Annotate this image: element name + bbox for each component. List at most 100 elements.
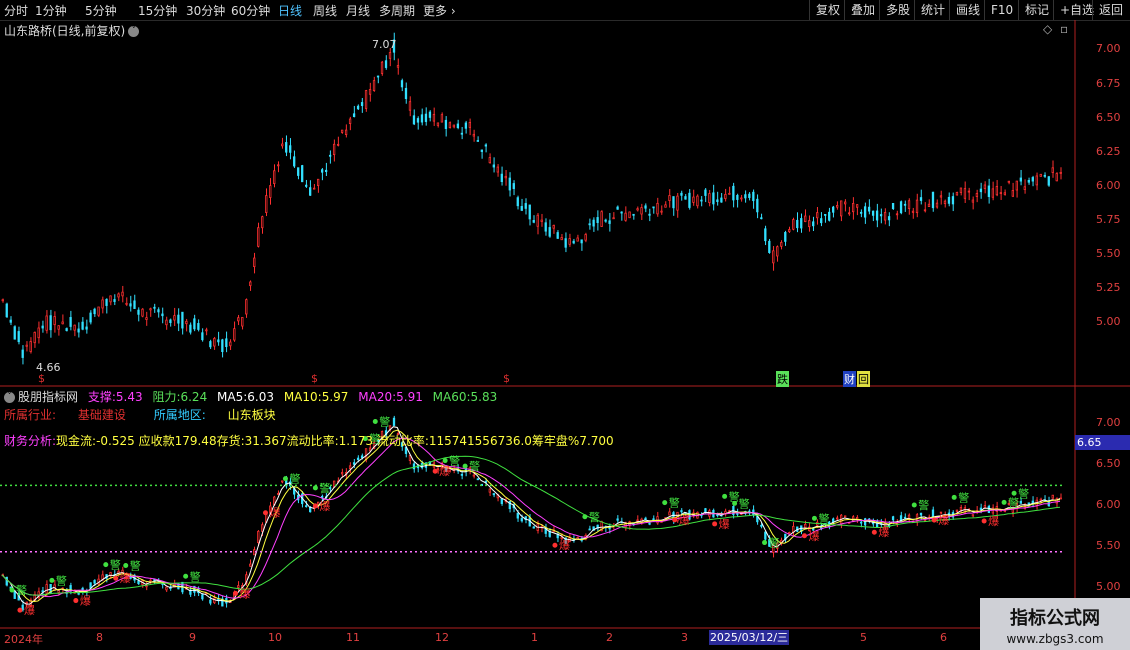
warn-dot: [49, 577, 55, 583]
candle-body: [1035, 175, 1038, 186]
finance-text: 现金流:-0.525 应收款179.48存货:31.367流动比率:1.173 …: [56, 434, 614, 448]
time-label: 9: [189, 631, 196, 644]
candle-body: [9, 319, 12, 323]
candle-body: [289, 145, 292, 153]
drop-event-tag[interactable]: 跌: [776, 371, 789, 387]
candle-body: [261, 216, 264, 229]
candle-body: [999, 192, 1003, 195]
candle-body: [372, 80, 376, 91]
candle-body: [644, 517, 647, 520]
warn-dot: [442, 458, 448, 464]
candle-body: [153, 306, 156, 309]
report-event-tag[interactable]: 回: [857, 371, 870, 387]
finance-event-tag[interactable]: 财: [843, 371, 856, 387]
candle-body: [935, 202, 939, 208]
candle-body: [209, 599, 212, 604]
candle-body: [197, 323, 200, 330]
kline-chart-canvas[interactable]: 警警警 警警警警警警警 警警警 警警警警警警 警警爆爆爆爆爆爆爆爆爆 爆爆 爆爆爆: [0, 0, 1130, 650]
candle-body: [285, 142, 288, 153]
candle-body: [632, 213, 635, 216]
candle-body: [863, 206, 867, 218]
candle-body: [1027, 502, 1030, 505]
candle-body: [524, 203, 527, 209]
candle-body: [149, 579, 152, 582]
candle-body: [500, 498, 503, 504]
warn-dot: [462, 463, 468, 469]
candle-body: [552, 225, 555, 229]
candle-body: [440, 114, 444, 123]
candle-body: [875, 210, 879, 221]
candle-body: [844, 515, 847, 518]
candle-body: [891, 516, 895, 521]
indicator-tick: 7.00: [1096, 416, 1121, 429]
burst-marker: 爆: [679, 513, 690, 527]
candle-body: [49, 315, 52, 331]
warn-marker: 警: [469, 459, 480, 473]
candle-body: [177, 314, 180, 324]
candle-body: [472, 474, 476, 477]
candle-body: [412, 115, 416, 125]
candle-body: [975, 193, 979, 197]
candle-body: [520, 206, 523, 211]
candle-body: [133, 300, 136, 309]
candle-body: [780, 242, 783, 247]
candle-body: [991, 188, 995, 198]
candle-body: [572, 240, 575, 244]
burst-marker: 爆: [240, 586, 251, 600]
candle-body: [851, 203, 855, 213]
candle-body: [1027, 180, 1030, 183]
indicator-name[interactable]: 股朋指标网: [18, 390, 78, 404]
time-label: 6: [940, 631, 947, 644]
price-tick: 6.25: [1096, 145, 1121, 158]
candle-body: [895, 213, 899, 216]
candle-body: [81, 321, 84, 330]
candle-body: [816, 212, 819, 219]
price-tick: 5.25: [1096, 281, 1121, 294]
candle-body: [672, 196, 675, 209]
candle-body: [848, 212, 851, 215]
warn-dot: [372, 419, 378, 425]
candle-body: [939, 195, 943, 198]
event-marker[interactable]: $: [311, 372, 318, 385]
crosshair-date-highlight: 2025/03/12/三: [709, 630, 789, 645]
candle-body: [317, 178, 320, 186]
candle-body: [460, 132, 464, 135]
burst-marker: 爆: [24, 603, 35, 617]
candle-body: [899, 201, 903, 214]
chevron-down-icon[interactable]: ˅: [4, 392, 15, 403]
candle-body: [564, 238, 567, 248]
candle-body: [45, 315, 48, 331]
candle-body: [380, 61, 384, 74]
region-label: 所属地区:: [153, 408, 206, 422]
candle-body: [736, 194, 739, 200]
candle-body: [580, 239, 583, 244]
warn-dot: [951, 494, 957, 500]
price-tick: 6.75: [1096, 77, 1121, 90]
candle-body: [971, 514, 975, 517]
candle-body: [109, 295, 112, 303]
candle-body: [464, 122, 468, 129]
candle-body: [800, 218, 803, 229]
indicator-header: ˅ 股朋指标网 支撑:5.43 阻力:6.24 MA5:6.03 MA10:5.9…: [4, 388, 497, 405]
candle-body: [29, 341, 32, 352]
candle-body: [971, 199, 975, 203]
burst-dot: [312, 503, 318, 509]
candle-body: [540, 219, 543, 222]
candle-body: [217, 339, 220, 343]
event-marker[interactable]: $: [503, 372, 510, 385]
warn-dot: [312, 485, 318, 491]
candle-body: [45, 584, 48, 594]
warn-dot: [722, 493, 728, 499]
candle-body: [221, 339, 224, 353]
candle-body: [840, 200, 843, 217]
candle-body: [1059, 171, 1062, 174]
finance-label: 财务分析:: [4, 434, 57, 448]
candle-body: [376, 75, 380, 78]
event-marker[interactable]: $: [38, 372, 45, 385]
candle-body: [963, 188, 967, 199]
burst-dot: [432, 468, 438, 474]
candle-body: [273, 170, 276, 184]
candle-body: [169, 319, 172, 324]
candle-body: [340, 472, 344, 475]
candle-body: [939, 511, 943, 514]
